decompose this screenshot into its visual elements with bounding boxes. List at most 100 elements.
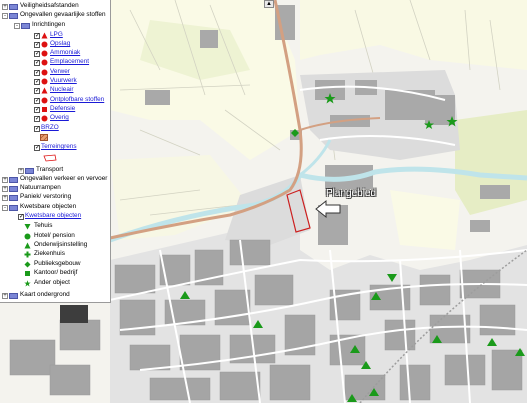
layer-checkbox[interactable]: ✓ <box>34 78 40 85</box>
green-triangle-down-icon <box>24 224 31 230</box>
expand-toggle[interactable]: + <box>2 3 8 10</box>
green-triangle-icon <box>24 242 31 249</box>
layer-checkbox[interactable]: ✓ <box>34 50 40 57</box>
red-circle-icon <box>41 78 48 85</box>
layer-group-paniek[interactable]: + Paniek/ verstoring <box>2 193 71 202</box>
green-diamond-icon <box>24 261 31 268</box>
layer-checkbox[interactable]: ✓ <box>18 213 24 220</box>
layer-item-terreingrens[interactable]: ✓ Terreingrens <box>34 143 77 152</box>
folder-icon <box>9 185 18 192</box>
red-triangle-icon <box>41 32 48 39</box>
pan-up-button[interactable]: ▲ <box>264 0 274 8</box>
layer-label: Veiligheidsafstanden <box>20 2 79 10</box>
legend-item-tehuis: Tehuis <box>24 222 52 231</box>
legend-label: Onderwijsinstelling <box>34 241 88 249</box>
red-circle-icon <box>41 69 48 76</box>
layer-link[interactable]: Vuurwerk <box>50 77 77 84</box>
layer-checkbox[interactable]: ✓ <box>34 69 40 76</box>
legend-label: Publieksgebouw <box>34 260 81 268</box>
folder-icon <box>9 292 18 299</box>
expand-toggle[interactable]: + <box>18 167 24 174</box>
layer-label: Transport <box>36 166 64 174</box>
layer-link[interactable]: LPG <box>50 31 63 38</box>
layer-item-overig[interactable]: ✓ Overig <box>34 114 69 123</box>
layer-link[interactable]: Terreingrens <box>41 143 77 150</box>
layer-label: Inrichtingen <box>32 21 66 29</box>
layer-item-brzo[interactable]: ✓ BRZO <box>34 124 59 133</box>
folder-icon <box>9 194 18 201</box>
red-circle-icon <box>41 97 48 104</box>
layer-group-inrichtingen[interactable]: - Inrichtingen <box>14 21 65 30</box>
layer-item-ammoniak[interactable]: ✓ Ammoniak <box>34 49 80 58</box>
folder-icon <box>9 3 18 10</box>
expand-toggle[interactable]: + <box>2 194 8 201</box>
legend-item-onderwijs: Onderwijsinstelling <box>24 241 87 250</box>
layer-checkbox[interactable]: ✓ <box>34 125 40 132</box>
legend-label: Kantoor/ bedrijf <box>34 269 78 277</box>
layer-label: Natuurrampen <box>20 184 61 192</box>
layer-panel: + Veiligheidsafstanden - Ongevallen geva… <box>0 0 111 303</box>
red-circle-icon <box>41 50 48 57</box>
layer-item-defensie[interactable]: ✓ Defensie <box>34 105 75 114</box>
legend-item-ziekenhuis: Ziekenhuis <box>24 250 65 259</box>
layer-checkbox[interactable]: ✓ <box>34 41 40 48</box>
layer-item-opslag[interactable]: ✓ Opslag <box>34 40 70 49</box>
layer-item-emplacement[interactable]: ✓ Emplacement <box>34 58 89 67</box>
layer-group-kaart-ondergrond[interactable]: + Kaart ondergrond <box>2 291 70 300</box>
legend-item-hotel: Hotel/ pension <box>24 232 75 241</box>
layer-link[interactable]: Ontplofbare stoffen <box>50 96 104 103</box>
collapse-toggle[interactable]: - <box>2 204 8 211</box>
folder-icon <box>9 204 18 211</box>
layer-link[interactable]: Emplacement <box>50 58 89 65</box>
layer-link[interactable]: Overig <box>50 114 69 121</box>
expand-toggle[interactable]: + <box>2 292 8 299</box>
legend-label: Tehuis <box>34 222 53 230</box>
layer-group-gevaarlijke-stoffen[interactable]: - Ongevallen gevaarlijke stoffen <box>2 11 106 20</box>
layer-checkbox[interactable]: ✓ <box>34 115 40 122</box>
layer-link[interactable]: Defensie <box>50 105 75 112</box>
legend-label: Ziekenhuis <box>34 250 65 258</box>
layer-checkbox[interactable]: ✓ <box>34 59 40 66</box>
red-circle-icon <box>41 59 48 66</box>
brzo-hatch-icon <box>40 134 48 141</box>
layer-link[interactable]: Nucleair <box>50 86 73 93</box>
layer-item-lpg[interactable]: ✓ LPG <box>34 31 63 40</box>
expand-toggle[interactable]: + <box>2 185 8 192</box>
layer-item-verwer[interactable]: ✓ Verwer <box>34 68 70 77</box>
layer-group-veiligheidsafstanden[interactable]: + Veiligheidsafstanden <box>2 2 79 11</box>
layer-checkbox[interactable]: ✓ <box>34 144 40 151</box>
folder-icon <box>25 167 34 174</box>
red-circle-icon <box>41 41 48 48</box>
layer-group-transport[interactable]: + Transport <box>18 166 63 175</box>
layer-item-ontplofbare-stoffen[interactable]: ✓ Ontplofbare stoffen <box>34 96 104 105</box>
layer-link[interactable]: Ammoniak <box>50 49 80 56</box>
collapse-toggle[interactable]: - <box>14 22 20 29</box>
folder-icon <box>9 12 18 19</box>
expand-toggle[interactable]: + <box>2 176 8 183</box>
layer-checkbox[interactable]: ✓ <box>34 32 40 39</box>
layer-checkbox[interactable]: ✓ <box>34 87 40 94</box>
green-circle-icon <box>24 233 31 240</box>
legend-label: Hotel/ pension <box>34 232 75 240</box>
red-triangle-icon <box>41 87 48 94</box>
layer-item-nucleair[interactable]: ✓ Nucleair <box>34 86 73 95</box>
layer-link[interactable]: Kwetsbare objecten <box>25 212 81 219</box>
layer-link[interactable]: Opslag <box>50 40 70 47</box>
red-circle-icon <box>41 115 48 122</box>
legend-item-publieksgebouw: Publieksgebouw <box>24 260 81 269</box>
layer-item-kwetsbare-objecten[interactable]: ✓ Kwetsbare objecten <box>18 212 81 221</box>
legend-item-ander-object: Ander object <box>24 279 70 288</box>
layer-checkbox[interactable]: ✓ <box>34 106 40 113</box>
layer-item-vuurwerk[interactable]: ✓ Vuurwerk <box>34 77 77 86</box>
layer-link[interactable]: Verwer <box>50 68 70 75</box>
layer-group-verkeer-vervoer[interactable]: + Ongevallen verkeer en vervoer <box>2 175 107 184</box>
layer-group-natuurrampen[interactable]: + Natuurrampen <box>2 184 61 193</box>
layer-group-kwetsbare-objecten[interactable]: - Kwetsbare objecten <box>2 203 76 212</box>
layer-checkbox[interactable]: ✓ <box>34 97 40 104</box>
layer-label: Ongevallen gevaarlijke stoffen <box>20 11 106 19</box>
green-plus-icon <box>24 251 31 258</box>
layer-link[interactable]: BRZO <box>41 124 59 131</box>
folder-icon <box>21 22 30 29</box>
collapse-toggle[interactable]: - <box>2 12 8 19</box>
folder-icon <box>9 176 18 183</box>
